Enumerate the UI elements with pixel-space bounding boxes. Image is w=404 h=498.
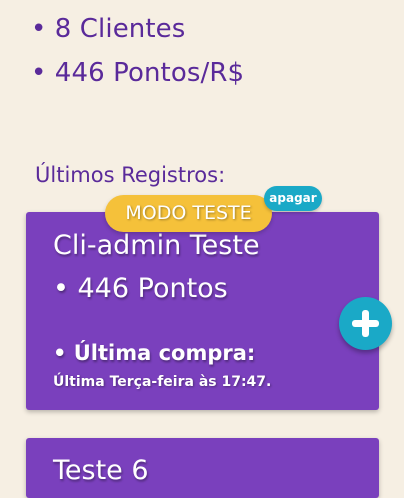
add-button[interactable]: [339, 297, 392, 350]
last-purchase-label: • Última compra:: [53, 341, 256, 365]
plus-icon: [352, 310, 379, 337]
points-per-currency: • 446 Pontos/R$: [31, 58, 245, 88]
record-title: Cli-admin Teste: [53, 230, 260, 261]
test-mode-badge: MODO TESTE: [105, 195, 272, 232]
delete-button[interactable]: apagar: [264, 186, 322, 211]
last-purchase-date: Última Terça-feira às 17:47.: [53, 374, 272, 390]
record-points: • 446 Pontos: [53, 273, 228, 304]
section-title: Últimos Registros:: [35, 163, 226, 187]
record-title: Teste 6: [53, 455, 149, 486]
record-card[interactable]: Teste 6: [26, 438, 379, 498]
clients-count: • 8 Clientes: [31, 14, 186, 44]
record-card[interactable]: Cli-admin Teste • 446 Pontos • Última co…: [26, 212, 379, 410]
